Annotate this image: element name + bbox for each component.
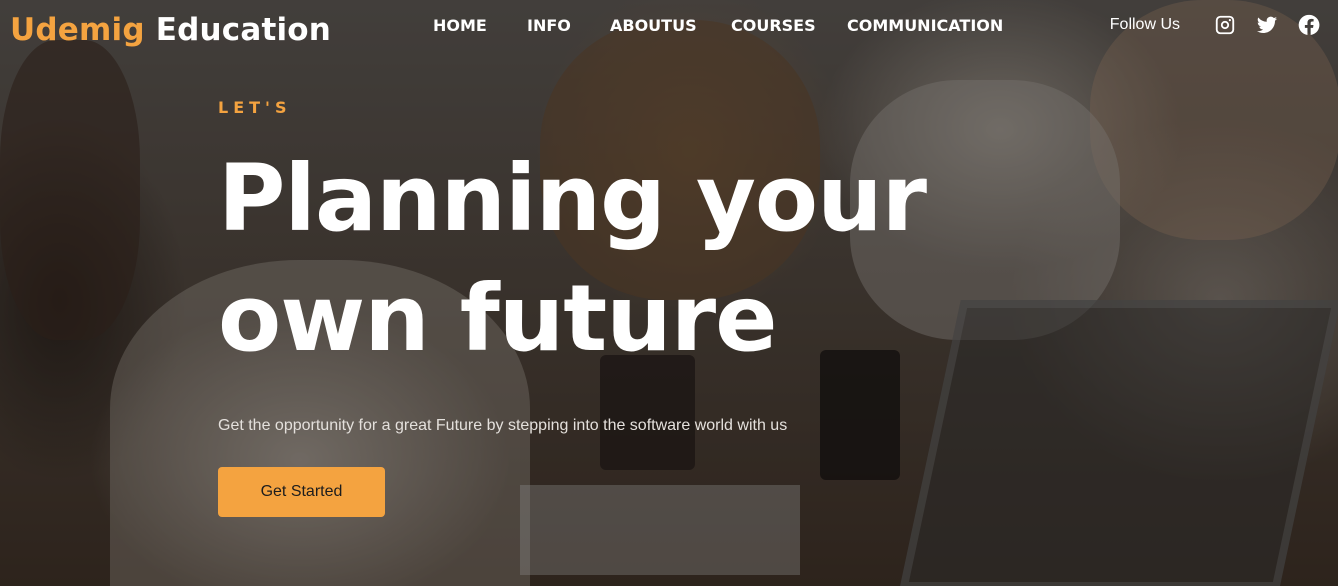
instagram-icon[interactable] (1214, 14, 1236, 36)
hero-headline-line1: Planning your (218, 145, 927, 252)
hero-headline-line2: own future (218, 265, 778, 372)
brand-logo[interactable]: Udemig Education (10, 12, 331, 48)
hero-headline: Planning your own future (218, 139, 978, 379)
nav-courses[interactable]: COURSES (731, 16, 816, 35)
nav-communication[interactable]: COMMUNICATION (847, 16, 1003, 35)
hero-content: LET'S Planning your own future Get the o… (218, 98, 978, 435)
hero-section: Udemig Education HOME INFO ABOUTUS COURS… (0, 0, 1338, 586)
hero-kicker: LET'S (218, 98, 292, 117)
brand-name-primary: Udemig (10, 12, 145, 48)
get-started-button[interactable]: Get Started (218, 467, 385, 517)
nav-info[interactable]: INFO (527, 16, 571, 35)
top-navbar: Udemig Education HOME INFO ABOUTUS COURS… (0, 0, 1338, 60)
brand-name-secondary: Education (155, 12, 332, 48)
facebook-icon[interactable] (1298, 14, 1320, 36)
follow-us-label: Follow Us (1109, 16, 1180, 33)
nav-aboutus[interactable]: ABOUTUS (610, 16, 697, 35)
nav-home[interactable]: HOME (433, 16, 487, 35)
twitter-icon[interactable] (1256, 14, 1278, 36)
hero-subtitle: Get the opportunity for a great Future b… (218, 417, 788, 434)
social-links: Follow Us (1110, 14, 1320, 36)
